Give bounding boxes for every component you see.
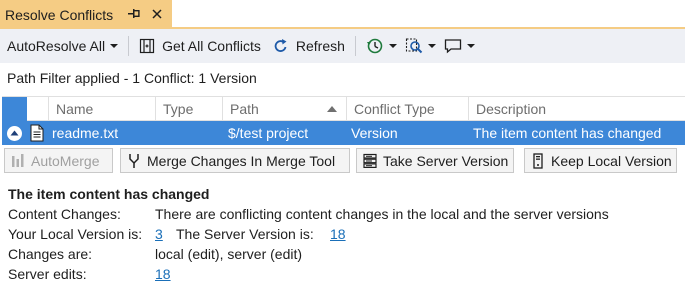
close-icon[interactable] [151, 7, 163, 21]
refresh-button[interactable]: Refresh [269, 32, 349, 60]
get-all-conflicts-icon [139, 38, 155, 54]
autoresolve-all-button[interactable]: AutoResolve All [3, 32, 122, 60]
row-name: readme.txt [52, 125, 119, 141]
row-conflict-type: Version [351, 125, 398, 141]
select-all-column[interactable] [2, 97, 27, 121]
sort-ascending-icon [327, 106, 337, 112]
automerge-label: AutoMerge [31, 152, 100, 169]
chevron-down-icon [466, 44, 475, 48]
column-header-type[interactable]: Type [155, 97, 222, 121]
expand-toggle-icon[interactable] [6, 125, 23, 142]
pin-icon[interactable] [127, 6, 141, 22]
toolbar: AutoResolve All Get All Conflicts Refres… [0, 29, 685, 63]
local-version-label: Your Local Version is: [8, 226, 143, 242]
local-version-link[interactable]: 3 [155, 224, 163, 244]
server-edits-link[interactable]: 18 [155, 264, 171, 284]
take-server-version-label: Take Server Version [383, 152, 509, 169]
column-header-conflict-type[interactable]: Conflict Type [346, 97, 468, 121]
server-version-label: The Server Version is: [176, 226, 314, 242]
get-all-conflicts-label: Get All Conflicts [162, 38, 261, 54]
column-header-name[interactable]: Name [48, 97, 155, 121]
toolbar-separator [128, 36, 130, 56]
server-version-link[interactable]: 18 [330, 224, 346, 244]
server-edits-row: Server edits: 18 [8, 264, 678, 284]
refresh-icon [274, 39, 287, 52]
row-description: The item content has changed [473, 125, 662, 141]
toolbar-separator [354, 36, 356, 56]
changes-are-value: local (edit), server (edit) [155, 246, 303, 262]
column-header-description[interactable]: Description [468, 97, 685, 121]
table-row[interactable]: readme.txt $/test project Version The it… [2, 121, 685, 145]
find-button[interactable] [401, 32, 440, 60]
comment-button[interactable] [440, 32, 479, 60]
content-changes-value: There are conflicting content changes in… [155, 206, 609, 222]
take-server-version-button[interactable]: Take Server Version [356, 148, 514, 173]
chevron-down-icon [427, 44, 436, 48]
text-file-icon [30, 124, 44, 142]
autoresolve-all-label: AutoResolve All [7, 38, 106, 54]
server-icon [363, 153, 377, 168]
server-edits-label: Server edits: [8, 266, 87, 282]
conflict-details: The item content has changed Content Cha… [8, 184, 678, 284]
details-heading: The item content has changed [8, 186, 210, 202]
local-computer-icon [533, 152, 543, 169]
row-path: $/test project [228, 125, 309, 141]
changes-are-row: Changes are: local (edit), server (edit) [8, 244, 678, 264]
history-button[interactable] [362, 32, 401, 60]
automerge-icon [12, 153, 24, 167]
merge-in-tool-button[interactable]: Merge Changes In Merge Tool [120, 148, 350, 173]
keep-local-version-button[interactable]: Keep Local Version [524, 148, 677, 173]
merge-icon [129, 153, 139, 168]
content-changes-row: Content Changes: There are conflicting c… [8, 204, 678, 224]
document-tab-strip: Resolve Conflicts [0, 0, 685, 29]
keep-local-version-label: Keep Local Version [551, 152, 672, 169]
comment-icon [444, 39, 462, 54]
automerge-button[interactable]: AutoMerge [4, 148, 113, 173]
refresh-label: Refresh [295, 38, 345, 54]
find-icon [405, 38, 423, 54]
chevron-down-icon [110, 44, 119, 48]
tab-title: Resolve Conflicts [5, 6, 114, 23]
merge-in-tool-label: Merge Changes In Merge Tool [147, 152, 336, 169]
conflicts-grid-header: Name Type Path Conflict Type Description [2, 96, 685, 121]
chevron-down-icon [388, 44, 397, 48]
path-filter-status: Path Filter applied - 1 Conflict: 1 Vers… [7, 70, 257, 86]
changes-are-label: Changes are: [8, 246, 93, 262]
get-all-conflicts-button[interactable]: Get All Conflicts [135, 32, 265, 60]
content-changes-label: Content Changes: [8, 206, 121, 222]
history-icon [366, 38, 383, 54]
tab-resolve-conflicts[interactable]: Resolve Conflicts [0, 0, 172, 29]
versions-row: Your Local Version is: 3 The Server Vers… [8, 224, 678, 244]
